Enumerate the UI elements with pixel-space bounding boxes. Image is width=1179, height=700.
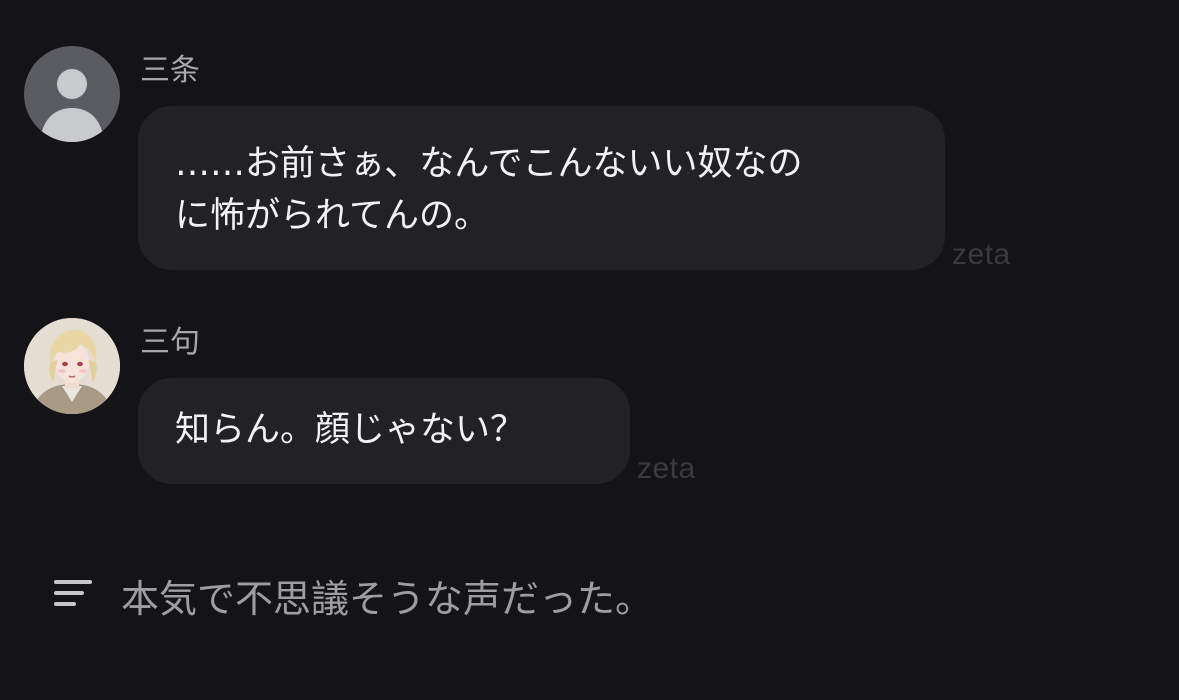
message-text: ……お前さぁ、なんでこんないい奴なの に怖がられてんの。 <box>175 144 803 236</box>
narration-text: 本気で不思議そうな声だった。 <box>121 577 654 621</box>
narration-lines-icon <box>54 578 92 608</box>
message-bubble: ……お前さぁ、なんでこんないい奴なの に怖がられてんの。 <box>138 106 945 270</box>
character-portrait <box>24 318 120 414</box>
message-text: 知らん。顔じゃない？ <box>175 410 526 450</box>
message-bubble: 知らん。顔じゃない？ <box>138 378 630 484</box>
sender-name: 三句 <box>140 325 200 360</box>
zeta-watermark: zeta <box>952 238 1011 271</box>
sender-name: 三条 <box>140 53 200 88</box>
avatar-default-user[interactable] <box>24 46 120 142</box>
zeta-watermark: zeta <box>637 452 696 485</box>
avatar-character[interactable] <box>24 318 120 414</box>
default-user-icon <box>40 69 104 142</box>
